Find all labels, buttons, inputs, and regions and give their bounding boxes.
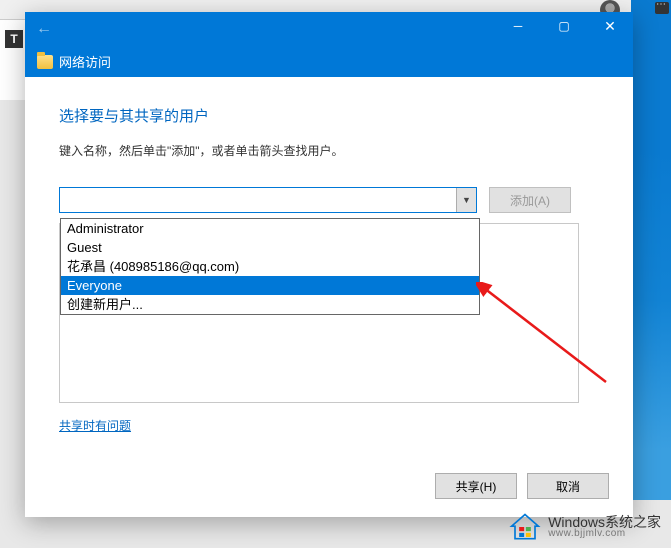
watermark-line2: www.bjjmlv.com xyxy=(548,529,661,539)
dropdown-item-create-user[interactable]: 创建新用户... xyxy=(61,295,479,314)
dropdown-item-everyone[interactable]: Everyone xyxy=(61,276,479,295)
cancel-button[interactable]: 取消 xyxy=(527,473,609,499)
chat-icon[interactable] xyxy=(655,2,669,14)
help-link[interactable]: 共享时有问题 xyxy=(59,417,131,434)
watermark: Windows系统之家 www.bjjmlv.com xyxy=(508,512,661,542)
folder-icon xyxy=(37,55,53,69)
watermark-line1: Windows系统之家 xyxy=(548,515,661,529)
dialog-title: 网络访问 xyxy=(59,52,111,71)
page-subtext: 键入名称，然后单击"添加"，或者单击箭头查找用户。 xyxy=(59,142,599,159)
dropdown-item-guest[interactable]: Guest xyxy=(61,238,479,257)
add-button[interactable]: 添加(A) xyxy=(489,187,571,213)
user-dropdown-list[interactable]: Administrator Guest 花承昌 (408985186@qq.co… xyxy=(60,218,480,315)
house-icon xyxy=(508,512,542,542)
dropdown-item-administrator[interactable]: Administrator xyxy=(61,219,479,238)
close-button[interactable]: ✕ xyxy=(587,12,633,40)
dropdown-button[interactable]: ▼ xyxy=(456,188,476,212)
back-button[interactable]: ← xyxy=(33,18,55,40)
share-button[interactable]: 共享(H) xyxy=(435,473,517,499)
minimize-button[interactable]: ─ xyxy=(495,12,541,40)
dropdown-item-user-email[interactable]: 花承昌 (408985186@qq.com) xyxy=(61,257,479,276)
user-combobox[interactable]: ▼ xyxy=(59,187,477,213)
text-tool-icon: T xyxy=(5,30,23,48)
user-input-row: ▼ 添加(A) xyxy=(59,187,599,213)
maximize-button[interactable]: ▢ xyxy=(541,12,587,40)
page-heading: 选择要与其共享的用户 xyxy=(59,105,599,126)
dialog-title-row: 网络访问 xyxy=(25,46,633,77)
user-input[interactable] xyxy=(59,187,477,213)
titlebar: ← ─ ▢ ✕ xyxy=(25,12,633,46)
desktop-background xyxy=(631,0,671,500)
dialog-footer: 共享(H) 取消 xyxy=(25,463,633,517)
